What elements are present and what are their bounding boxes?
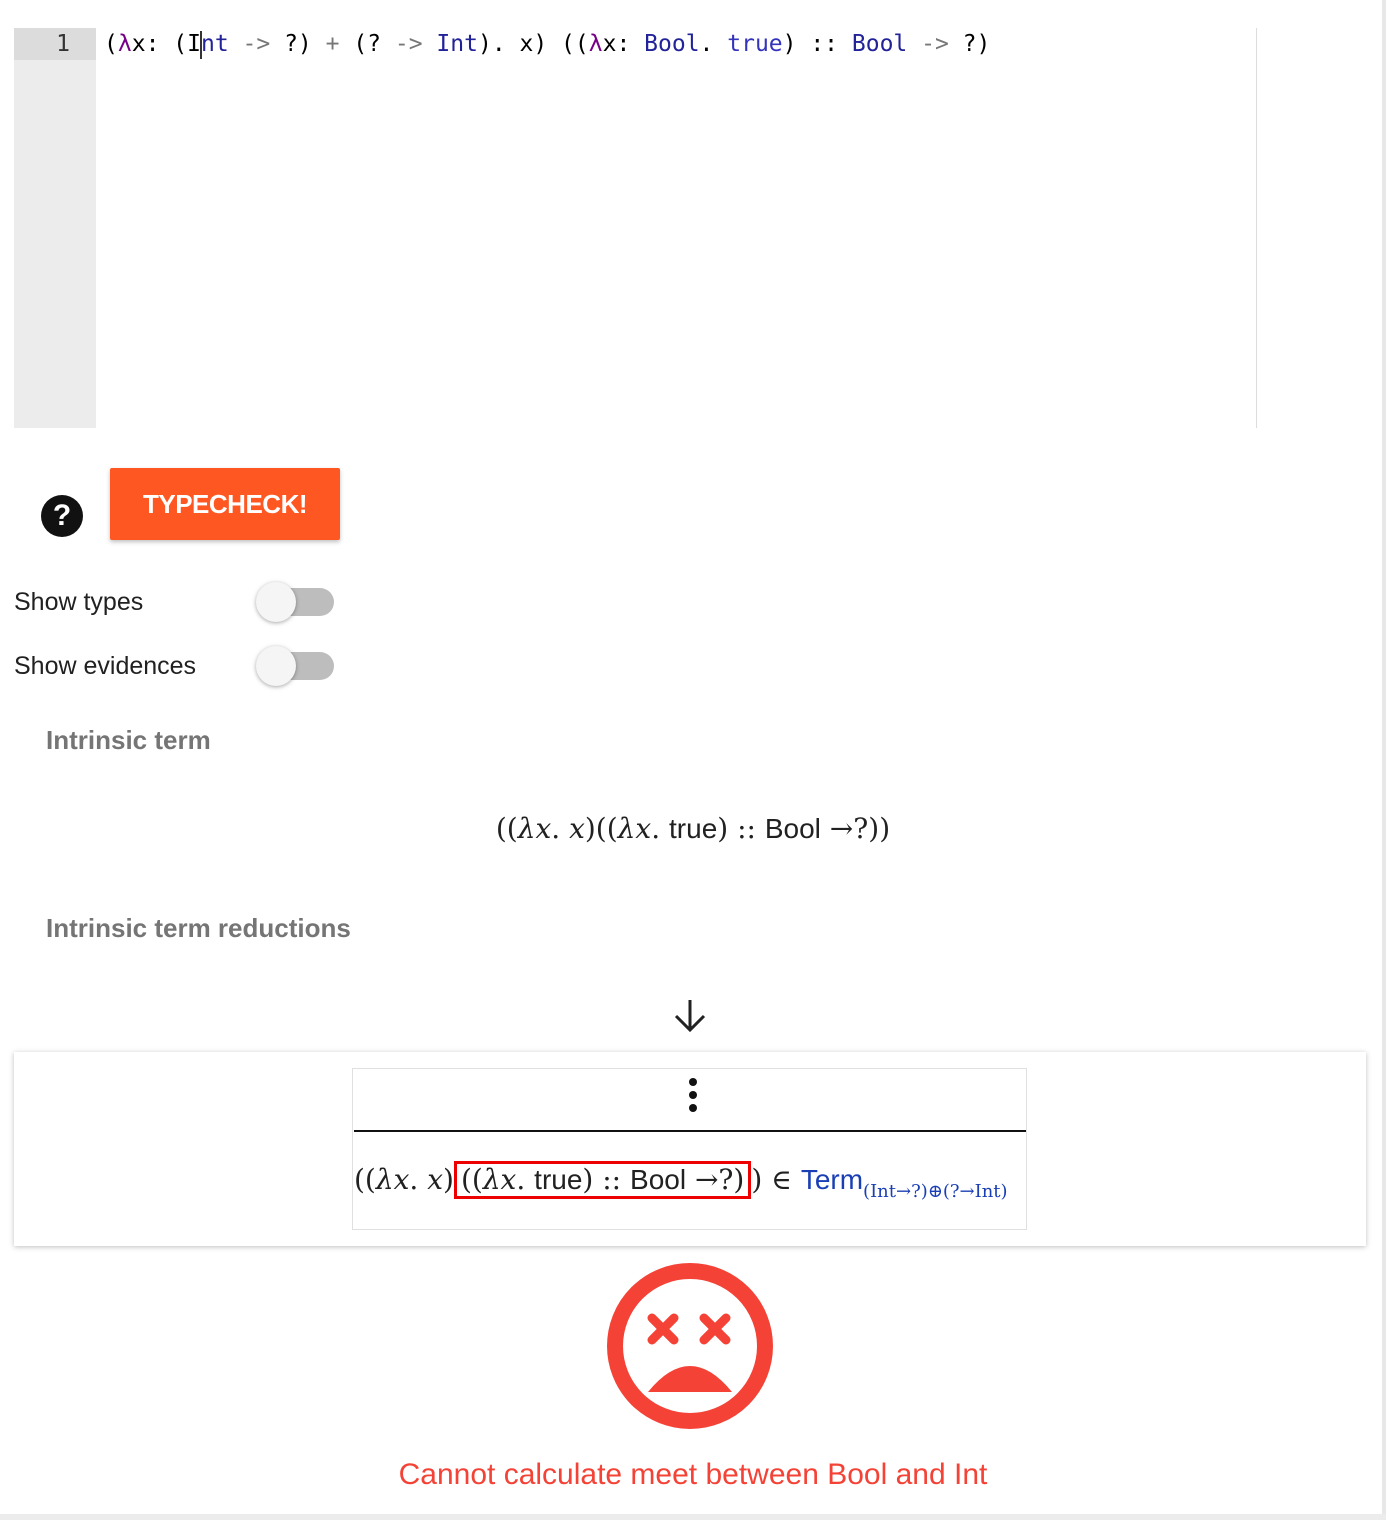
code-token: true — [727, 31, 783, 57]
code-token: Int — [436, 31, 478, 57]
editor-gutter — [14, 28, 96, 428]
vdots-icon — [689, 1078, 697, 1112]
editor-right-border — [1256, 28, 1257, 428]
code-token: nt — [200, 31, 229, 57]
code-token: -> — [394, 31, 423, 57]
code-token: ?) — [962, 31, 991, 57]
code-token: λ — [588, 31, 603, 57]
intrinsic-term-heading: Intrinsic term — [46, 725, 211, 755]
error-message: Cannot calculate meet between Bool and I… — [398, 1458, 988, 1491]
code-token: x: (I — [131, 31, 201, 57]
code-token: -> — [228, 31, 285, 57]
code-token: -> — [907, 31, 963, 57]
code-token: ?) — [284, 31, 326, 57]
code-token: Bool — [644, 31, 700, 57]
show-evidences-toggle[interactable] — [256, 646, 336, 686]
code-token: ) :: — [782, 31, 852, 57]
show-types-toggle[interactable] — [256, 582, 336, 622]
page-bottom-border — [0, 1514, 1386, 1520]
code-token: ). x) (( — [477, 31, 589, 57]
code-token: λ — [117, 31, 132, 57]
typecheck-button[interactable]: TYPECHECK! — [110, 468, 340, 540]
derivation-conclusion: ((λx. x) ((λx. true) :: Bool →?)) ∈ Term(… — [354, 1161, 1008, 1202]
code-token: ( — [104, 31, 118, 57]
code-token: x: — [602, 31, 645, 57]
down-arrow-icon — [674, 1000, 706, 1033]
help-icon-button[interactable]: ? — [41, 495, 83, 537]
intrinsic-term-reductions-heading: Intrinsic term reductions — [46, 913, 351, 943]
sad-face-icon — [607, 1263, 773, 1429]
show-evidences-label: Show evidences — [14, 652, 197, 680]
code-token: (? — [339, 31, 395, 57]
page-right-border — [1382, 0, 1386, 1520]
toggle-thumb — [256, 646, 296, 686]
code-token: . — [699, 31, 728, 57]
derivation-rule-line — [354, 1130, 1026, 1132]
code-editor[interactable]: 1 (λx: (Int -> ?) + (? -> Int). x) ((λx:… — [14, 28, 1256, 428]
code-token: + — [325, 31, 340, 57]
line-number: 1 — [14, 28, 96, 60]
code-token: Bool — [851, 31, 908, 57]
intrinsic-term-expression: ((λx. x)((λx. true) :: Bool →?)) — [495, 812, 891, 845]
code-line[interactable]: (λx: (Int -> ?) + (? -> Int). x) ((λx: B… — [104, 28, 990, 60]
error-highlight: ((λx. true) :: Bool →?) — [453, 1161, 752, 1199]
show-types-label: Show types — [14, 588, 144, 616]
toggle-thumb — [256, 582, 296, 622]
